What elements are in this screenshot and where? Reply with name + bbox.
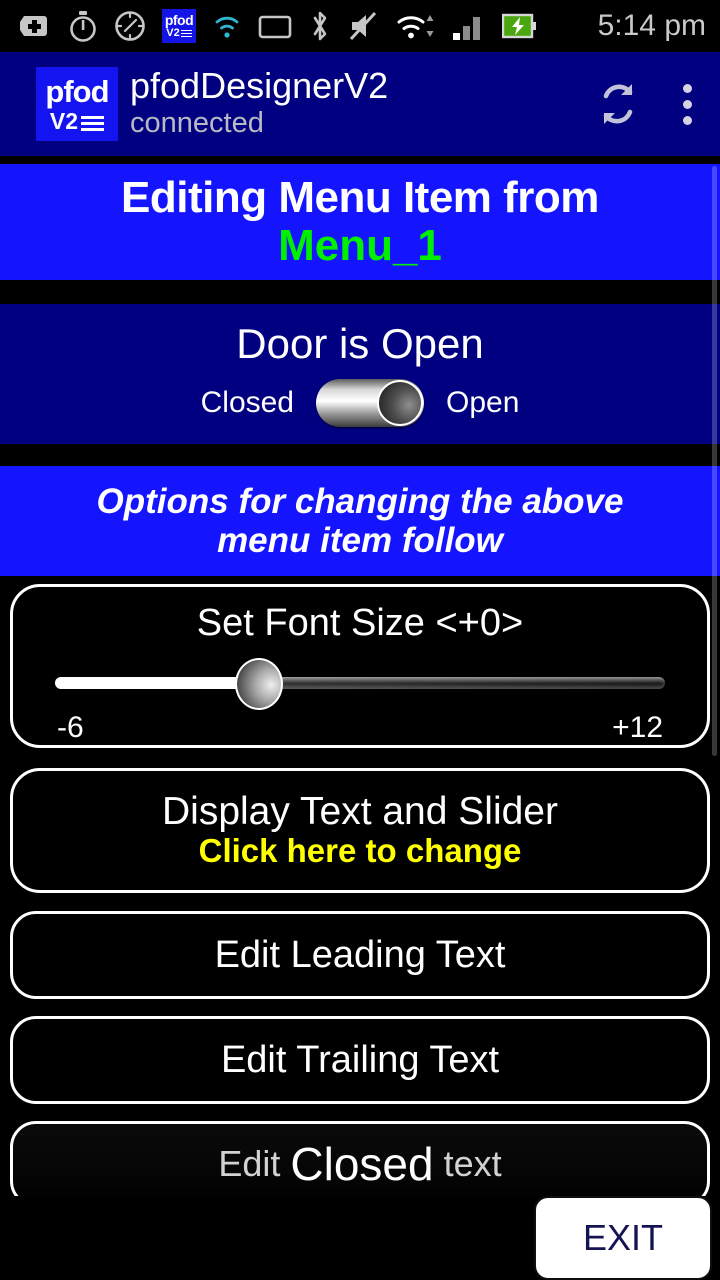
exit-button-label: EXIT [582, 1217, 663, 1258]
connection-status: connected [130, 106, 264, 139]
toggle-off-label: Closed [200, 386, 294, 420]
slider-max-label: +12 [612, 710, 663, 744]
font-size-title: Set Font Size <+0> [196, 602, 524, 644]
mute-icon [349, 11, 377, 41]
pfod-badge-top: pfod [164, 12, 194, 28]
status-bar-clock: 5:14 pm [597, 9, 706, 42]
options-banner: Options for changing the above menu item… [0, 466, 720, 576]
display-text-and-slider-button[interactable]: Display Text and Slider Click here to ch… [10, 768, 710, 893]
door-toggle-switch[interactable] [316, 379, 424, 428]
slider-thumb[interactable] [235, 657, 284, 710]
edit-closed-text-button[interactable]: Edit Closed text [10, 1121, 710, 1207]
editing-banner-menu-name: Menu_1 [278, 220, 442, 270]
pfod-badge-lines-icon [180, 29, 192, 38]
folder-icon [258, 15, 292, 39]
options-banner-line2: menu item follow [217, 521, 503, 560]
display-card-title: Display Text and Slider [162, 789, 558, 833]
exit-bar: EXIT [0, 1196, 720, 1280]
toggle-knob [377, 380, 423, 427]
app-logo-icon: pfod V2 [36, 67, 118, 141]
display-card-hint: Click here to change [198, 832, 522, 870]
options-banner-line1: Options for changing the above [96, 481, 624, 521]
door-toggle-row: Closed Open [200, 379, 520, 428]
app-logo-bottom: V2 [50, 109, 105, 133]
divider [0, 1104, 720, 1121]
edit-closed-suffix: text [443, 1143, 502, 1184]
edit-leading-text-label: Edit Leading Text [214, 933, 506, 976]
edit-trailing-text-button[interactable]: Edit Trailing Text [10, 1016, 710, 1104]
set-font-size-card[interactable]: Set Font Size <+0> -6 +12 [10, 584, 710, 748]
wifi-direct-icon [215, 16, 239, 38]
editing-banner-line1: Editing Menu Item from [121, 172, 599, 222]
app-bar: pfod V2 pfodDesignerV2 connected [0, 52, 720, 156]
battery-charging-icon [502, 13, 536, 39]
bluetooth-icon [313, 11, 327, 41]
edit-trailing-text-label: Edit Trailing Text [220, 1038, 500, 1081]
sd-card-plus-icon [20, 16, 47, 36]
vertical-scrollbar[interactable] [712, 166, 717, 756]
stopwatch-icon [70, 11, 96, 42]
signal-bars-icon [453, 17, 480, 40]
divider [0, 893, 720, 911]
edit-leading-text-button[interactable]: Edit Leading Text [10, 911, 710, 999]
font-size-slider[interactable] [55, 657, 665, 710]
edit-closed-prefix: Edit [218, 1143, 281, 1184]
app-logo-top: pfod [45, 73, 109, 109]
refresh-icon[interactable] [589, 75, 647, 133]
toggle-on-label: Open [446, 386, 520, 420]
exit-button[interactable]: EXIT [534, 1196, 712, 1280]
status-bar-right: 5:14 pm [592, 9, 706, 43]
divider [0, 156, 720, 164]
editing-menu-banner: Editing Menu Item from Menu_1 [0, 164, 720, 280]
app-title: pfodDesignerV2 [130, 64, 389, 106]
pfod-badge-bottom: V2 [166, 28, 192, 39]
slider-range-labels: -6 +12 [55, 711, 665, 745]
app-bar-actions [589, 75, 702, 133]
app-logo-lines-icon [81, 115, 105, 133]
divider [0, 280, 720, 304]
app-bar-text: pfodDesignerV2 connected [130, 64, 589, 140]
slider-min-label: -6 [57, 710, 84, 744]
status-bar: pfod V2 5:14 pm [0, 0, 720, 52]
door-state-panel[interactable]: Door is Open Closed Open [0, 304, 720, 444]
status-bar-left-icons: pfod V2 [20, 9, 592, 43]
app-screen: pfod V2 5:14 pm pfod V2 pfodDesignerV2 c… [0, 0, 720, 1280]
edit-closed-emphasis: Closed [290, 1138, 434, 1190]
clock-icon [115, 11, 145, 41]
divider [0, 444, 720, 466]
wifi-icon [397, 15, 434, 39]
divider [0, 999, 720, 1016]
divider [0, 748, 720, 768]
pfod-notification-icon: pfod V2 [162, 9, 196, 43]
overflow-menu-icon[interactable] [673, 78, 702, 131]
divider [0, 576, 720, 584]
door-state-title: Door is Open [236, 319, 484, 367]
slider-track[interactable] [55, 676, 665, 689]
